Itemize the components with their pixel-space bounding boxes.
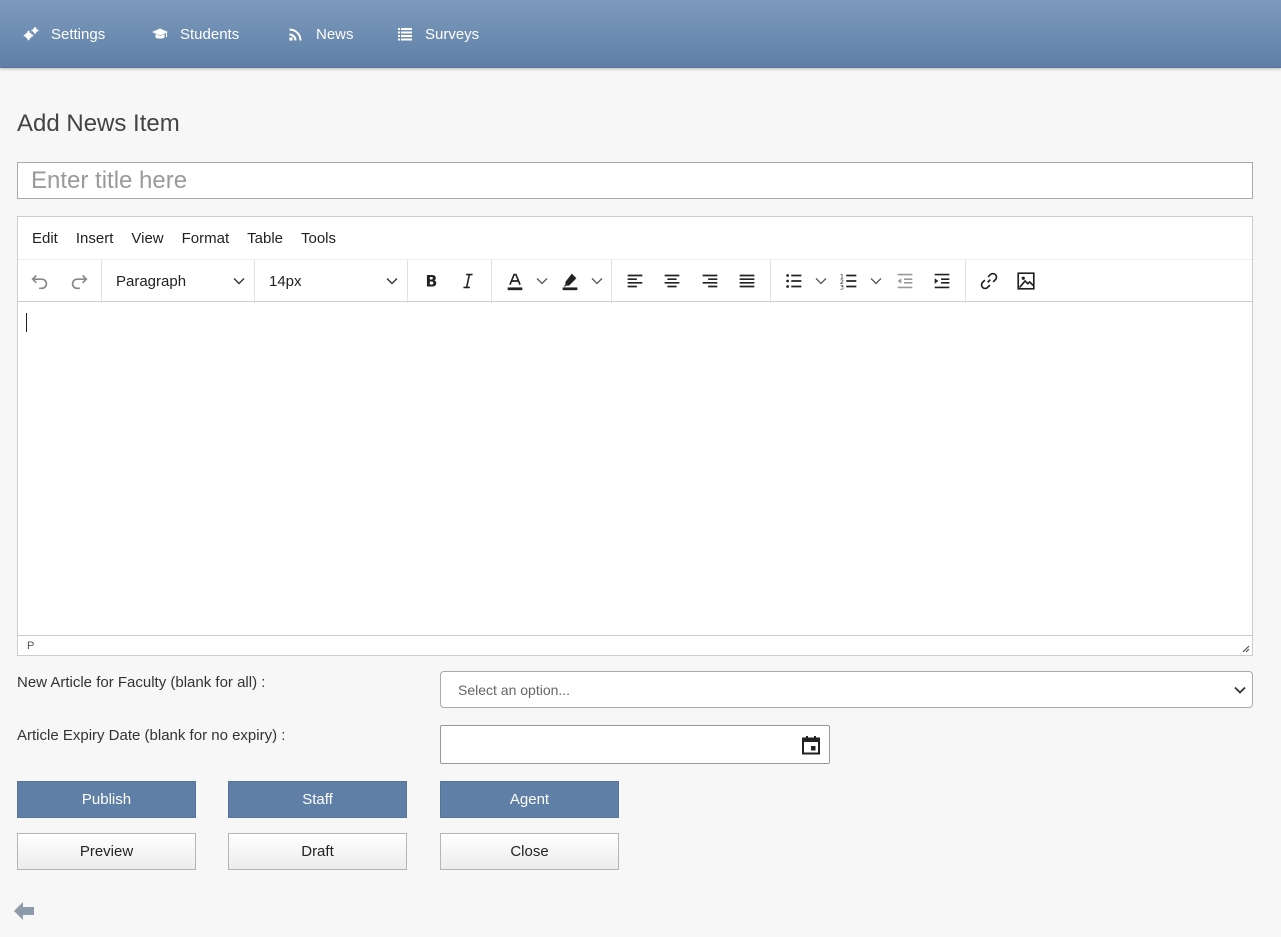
graduation-cap-icon <box>151 25 169 43</box>
align-right-button[interactable] <box>695 266 725 296</box>
numbered-list-dropdown[interactable] <box>868 266 884 296</box>
calendar-icon[interactable] <box>801 735 821 755</box>
preview-button[interactable]: Preview <box>17 833 196 870</box>
font-size-value: 14px <box>269 273 302 290</box>
nav-item-settings[interactable]: Settings <box>22 0 105 68</box>
image-icon <box>1017 272 1035 290</box>
link-button[interactable] <box>974 266 1004 296</box>
history-group <box>18 260 102 303</box>
menu-tools[interactable]: Tools <box>293 230 344 247</box>
list-group: 123 <box>771 260 966 303</box>
svg-text:3: 3 <box>840 283 844 291</box>
block-format-group: Paragraph <box>102 260 255 303</box>
highlight-color-button[interactable] <box>555 266 585 296</box>
bullet-list-icon <box>786 274 802 288</box>
indent-button[interactable] <box>927 266 957 296</box>
align-justify-icon <box>739 274 755 288</box>
outdent-button[interactable] <box>890 266 920 296</box>
element-path[interactable]: P <box>27 640 34 652</box>
nav-label: Settings <box>51 25 106 43</box>
align-right-icon <box>702 274 718 288</box>
undo-icon <box>31 274 48 290</box>
indent-icon <box>934 273 950 289</box>
numbered-list-icon: 123 <box>840 272 857 291</box>
alignment-group <box>612 260 771 303</box>
nav-item-news[interactable]: News <box>287 0 354 68</box>
block-format-value: Paragraph <box>116 273 187 290</box>
title-input[interactable] <box>17 162 1253 199</box>
expiry-label: Article Expiry Date (blank for no expiry… <box>17 727 286 744</box>
bullet-list-button[interactable] <box>779 266 809 296</box>
close-button[interactable]: Close <box>440 833 619 870</box>
italic-button[interactable] <box>453 266 483 296</box>
menu-format[interactable]: Format <box>174 230 238 247</box>
align-left-icon <box>627 274 643 288</box>
gears-icon <box>22 25 40 43</box>
nav-item-surveys[interactable]: Surveys <box>396 0 479 68</box>
text-color-button[interactable] <box>500 266 530 296</box>
chevron-down-icon <box>1234 686 1246 694</box>
align-justify-button[interactable] <box>732 266 762 296</box>
text-cursor <box>26 313 27 332</box>
font-size-select[interactable]: 14px <box>269 260 408 303</box>
nav-label: Students <box>180 25 240 43</box>
editor-menubar: Edit Insert View Format Table Tools <box>18 217 1252 259</box>
nav-item-students[interactable]: Students <box>151 0 239 68</box>
outdent-icon <box>897 273 913 289</box>
back-arrow-icon[interactable] <box>11 898 37 924</box>
undo-button[interactable] <box>25 266 55 296</box>
menu-view[interactable]: View <box>123 230 171 247</box>
chevron-down-icon <box>536 278 548 285</box>
faculty-label: New Article for Faculty (blank for all) … <box>17 674 266 691</box>
top-nav: Settings Students News Surveys <box>0 0 1281 68</box>
rich-text-editor: Edit Insert View Format Table Tools Para… <box>17 216 1253 656</box>
block-format-select[interactable]: Paragraph <box>116 260 255 303</box>
align-center-button[interactable] <box>657 266 687 296</box>
chevron-down-icon <box>386 278 398 285</box>
list-icon <box>396 25 414 43</box>
bullet-list-dropdown[interactable] <box>813 266 829 296</box>
faculty-select[interactable]: Select an option... <box>440 671 1253 708</box>
highlight-color-dropdown[interactable] <box>589 266 605 296</box>
bold-icon: B <box>426 273 438 291</box>
image-button[interactable] <box>1011 266 1041 296</box>
bold-button[interactable]: B <box>416 266 446 296</box>
chevron-down-icon <box>233 278 245 285</box>
menu-table[interactable]: Table <box>239 230 291 247</box>
editor-statusbar: P <box>18 635 1252 655</box>
link-icon <box>980 272 998 290</box>
editor-content-area[interactable] <box>18 302 1252 636</box>
page-title: Add News Item <box>17 110 180 137</box>
text-color-dropdown[interactable] <box>534 266 550 296</box>
nav-label: Surveys <box>425 25 480 43</box>
menu-edit[interactable]: Edit <box>24 230 66 247</box>
resize-handle-icon[interactable] <box>1240 643 1250 653</box>
nav-label: News <box>316 25 354 43</box>
redo-icon <box>71 274 88 290</box>
text-color-icon <box>507 273 523 291</box>
menu-insert[interactable]: Insert <box>68 230 122 247</box>
chevron-down-icon <box>870 278 882 285</box>
svg-text:B: B <box>426 273 438 291</box>
font-size-group: 14px <box>255 260 408 303</box>
chevron-down-icon <box>815 278 827 285</box>
text-style-group: B <box>408 260 492 303</box>
expiry-date-input[interactable] <box>440 725 830 764</box>
chevron-down-icon <box>591 278 603 285</box>
agent-button[interactable]: Agent <box>440 781 619 818</box>
italic-icon <box>463 273 473 289</box>
align-left-button[interactable] <box>620 266 650 296</box>
numbered-list-button[interactable]: 123 <box>834 266 864 296</box>
highlighter-icon <box>562 273 578 291</box>
color-group <box>492 260 612 303</box>
draft-button[interactable]: Draft <box>228 833 407 870</box>
publish-button[interactable]: Publish <box>17 781 196 818</box>
insert-group <box>966 260 1056 303</box>
redo-button[interactable] <box>64 266 94 296</box>
align-center-icon <box>664 274 680 288</box>
faculty-select-value: Select an option... <box>458 681 571 698</box>
editor-toolbar: Paragraph 14px B 1 2 3 <box>18 259 1252 303</box>
staff-button[interactable]: Staff <box>228 781 407 818</box>
rss-icon <box>287 25 305 43</box>
